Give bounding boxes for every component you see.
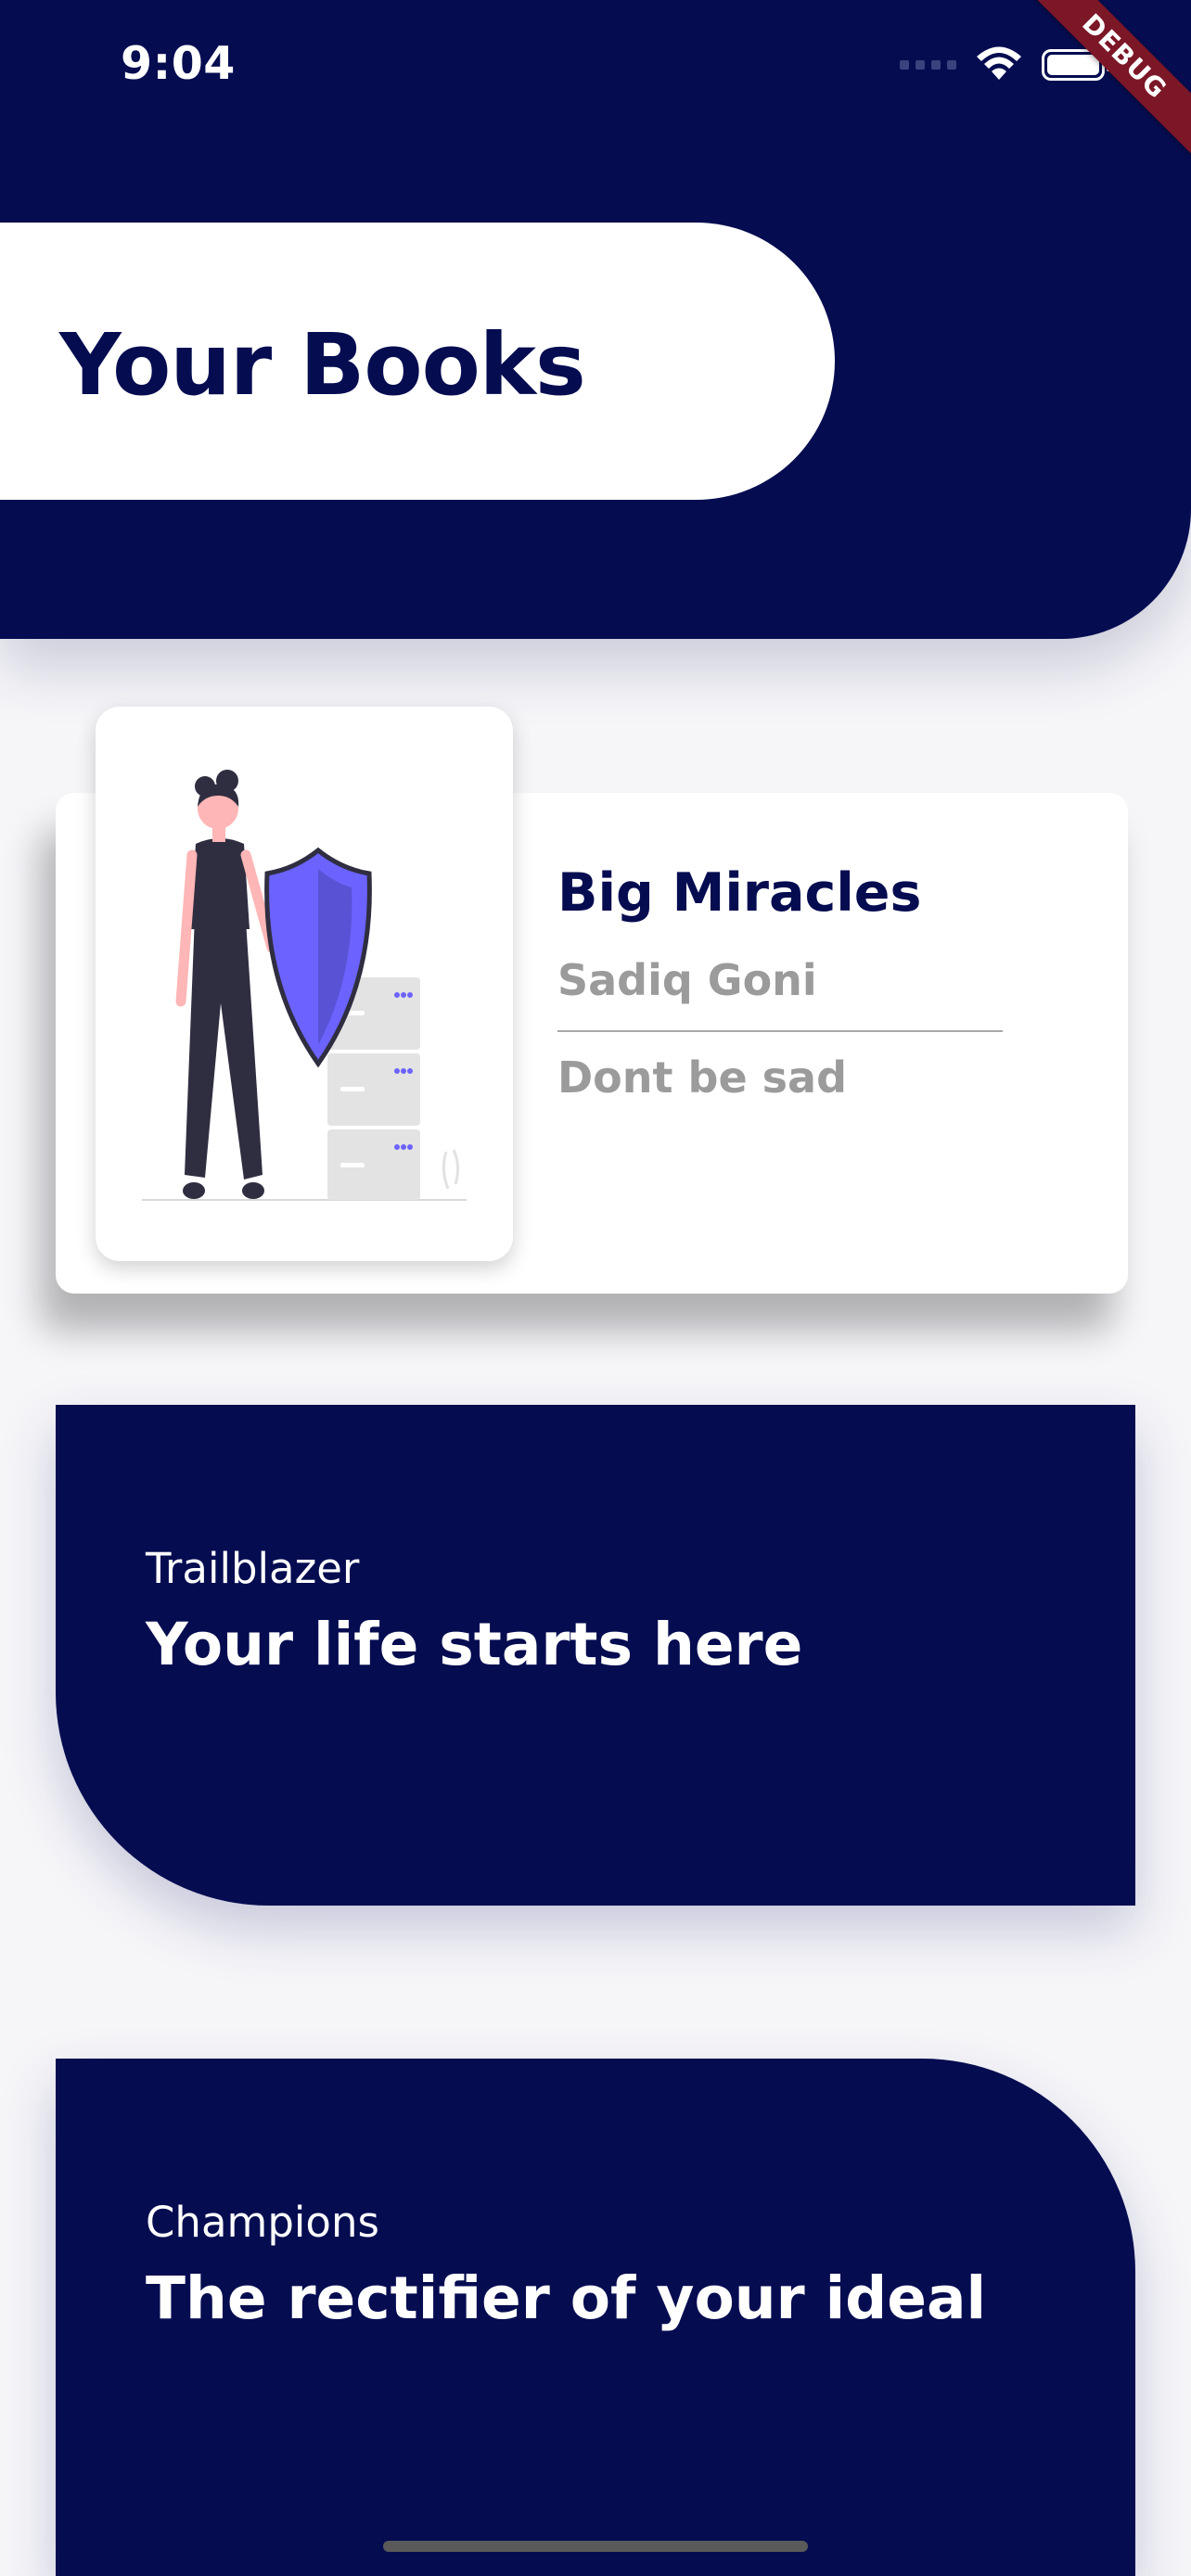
wifi-icon bbox=[977, 46, 1021, 80]
person-with-shield-illustration bbox=[142, 770, 467, 1201]
screen: 9:04 Your Books DEBUG Big Miracles Sadiq… bbox=[0, 0, 1191, 2576]
book-description: Dont be sad bbox=[557, 1052, 848, 1103]
promo-card-trailblazer[interactable]: Trailblazer Your life starts here bbox=[56, 1405, 1135, 1906]
cellular-signal-icon bbox=[900, 60, 956, 70]
status-icons bbox=[900, 46, 1110, 83]
promo-headline: Your life starts here bbox=[146, 1611, 803, 1678]
book-author: Sadiq Goni bbox=[557, 955, 817, 1005]
book-cover[interactable] bbox=[96, 707, 513, 1261]
title-pill: Your Books bbox=[0, 223, 835, 500]
header: 9:04 Your Books bbox=[0, 0, 1191, 639]
promo-headline: The rectifier of your ideal bbox=[146, 2264, 987, 2332]
promo-subtitle: Trailblazer bbox=[146, 1544, 360, 1593]
status-time: 9:04 bbox=[121, 37, 236, 90]
page-title: Your Books bbox=[59, 315, 586, 414]
home-indicator[interactable] bbox=[383, 2541, 808, 2552]
book-title[interactable]: Big Miracles bbox=[557, 862, 921, 924]
promo-card-champions[interactable]: Champions The rectifier of your ideal bbox=[56, 2059, 1135, 2576]
promo-subtitle: Champions bbox=[146, 2198, 379, 2247]
divider bbox=[557, 1030, 1003, 1032]
